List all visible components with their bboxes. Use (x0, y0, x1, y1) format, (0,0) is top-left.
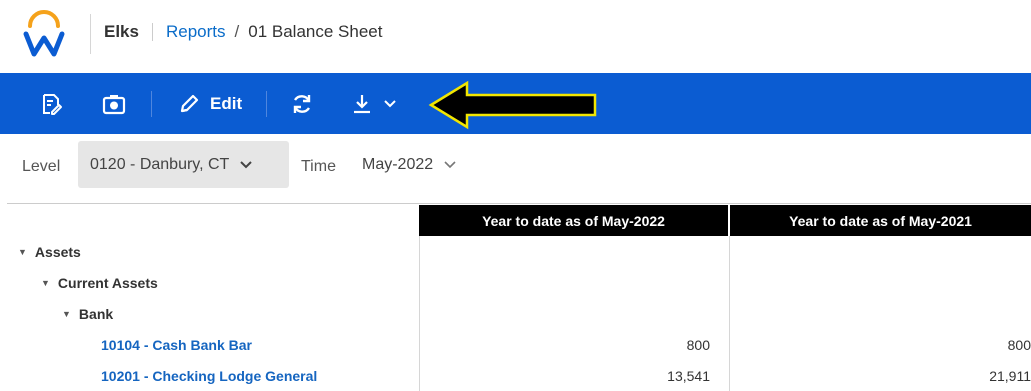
cell-value[interactable]: 800 (881, 337, 1031, 353)
chevron-down-icon (384, 100, 396, 108)
table-top-rule (7, 203, 1031, 204)
refresh-icon[interactable] (288, 90, 316, 118)
row-label-text: Assets (34, 244, 81, 260)
row-label-text: Bank (78, 306, 114, 322)
chevron-down-icon (240, 160, 253, 168)
cell-value[interactable]: 800 (560, 337, 710, 353)
collapse-triangle-icon[interactable]: ▼ (62, 309, 71, 319)
breadcrumb-separator: / (234, 22, 240, 41)
time-select[interactable]: May-2022 (352, 141, 467, 188)
page-title: 01 Balance Sheet (248, 22, 383, 41)
download-icon (354, 95, 370, 114)
time-value: May-2022 (362, 155, 434, 173)
chevron-down-icon (444, 160, 456, 168)
row-label[interactable]: ▼ Assets (18, 244, 81, 260)
breadcrumb: Elks Reports / 01 Balance Sheet (104, 22, 382, 42)
edit-button[interactable]: Edit (178, 90, 242, 118)
save-report-icon[interactable] (37, 90, 65, 118)
table-row: 10104 - Cash Bank Bar 800 800 (0, 330, 1031, 361)
row-label[interactable]: ▼ Current Assets (41, 275, 158, 291)
table-row: 10201 - Checking Lodge General 13,541 21… (0, 361, 1031, 391)
collapse-triangle-icon[interactable]: ▼ (41, 278, 50, 288)
camera-icon[interactable] (100, 90, 128, 118)
row-label[interactable]: ▼ Bank (62, 306, 113, 322)
download-menu-button[interactable] (351, 90, 397, 118)
cell-value[interactable]: 13,541 (560, 368, 710, 384)
toolbar-divider (151, 91, 152, 117)
level-label: Level (22, 158, 61, 175)
pencil-icon (180, 94, 199, 113)
column-header[interactable]: Year to date as of May-2021 (730, 205, 1031, 236)
annotation-arrow (428, 80, 597, 130)
time-label: Time (301, 158, 336, 175)
collapse-triangle-icon[interactable]: ▼ (18, 247, 27, 257)
report-filters: Level 0120 - Danbury, CT Time May-2022 (0, 134, 1031, 200)
cell-value[interactable]: 21,911 (881, 368, 1031, 384)
table-row: ▼ Bank (0, 299, 1031, 330)
account-link[interactable]: 10104 - Cash Bank Bar (101, 337, 252, 353)
breadcrumb-divider (151, 23, 153, 41)
breadcrumb-reports-link[interactable]: Reports (166, 22, 226, 42)
account-link[interactable]: 10201 - Checking Lodge General (101, 368, 317, 384)
balance-sheet-table: Year to date as of May-2022 Year to date… (0, 203, 1031, 391)
workday-logo[interactable] (22, 10, 66, 60)
column-header[interactable]: Year to date as of May-2022 (419, 205, 728, 236)
row-label-text: Current Assets (57, 275, 158, 291)
level-value: 0120 - Danbury, CT (90, 155, 230, 173)
toolbar-divider (266, 91, 267, 117)
header-divider (90, 14, 91, 54)
table-row: ▼ Current Assets (0, 268, 1031, 299)
app-header: Elks Reports / 01 Balance Sheet (0, 0, 1031, 73)
edit-button-label: Edit (210, 94, 243, 113)
table-row: ▼ Assets (0, 237, 1031, 268)
org-name: Elks (104, 22, 139, 41)
level-select[interactable]: 0120 - Danbury, CT (78, 141, 289, 188)
